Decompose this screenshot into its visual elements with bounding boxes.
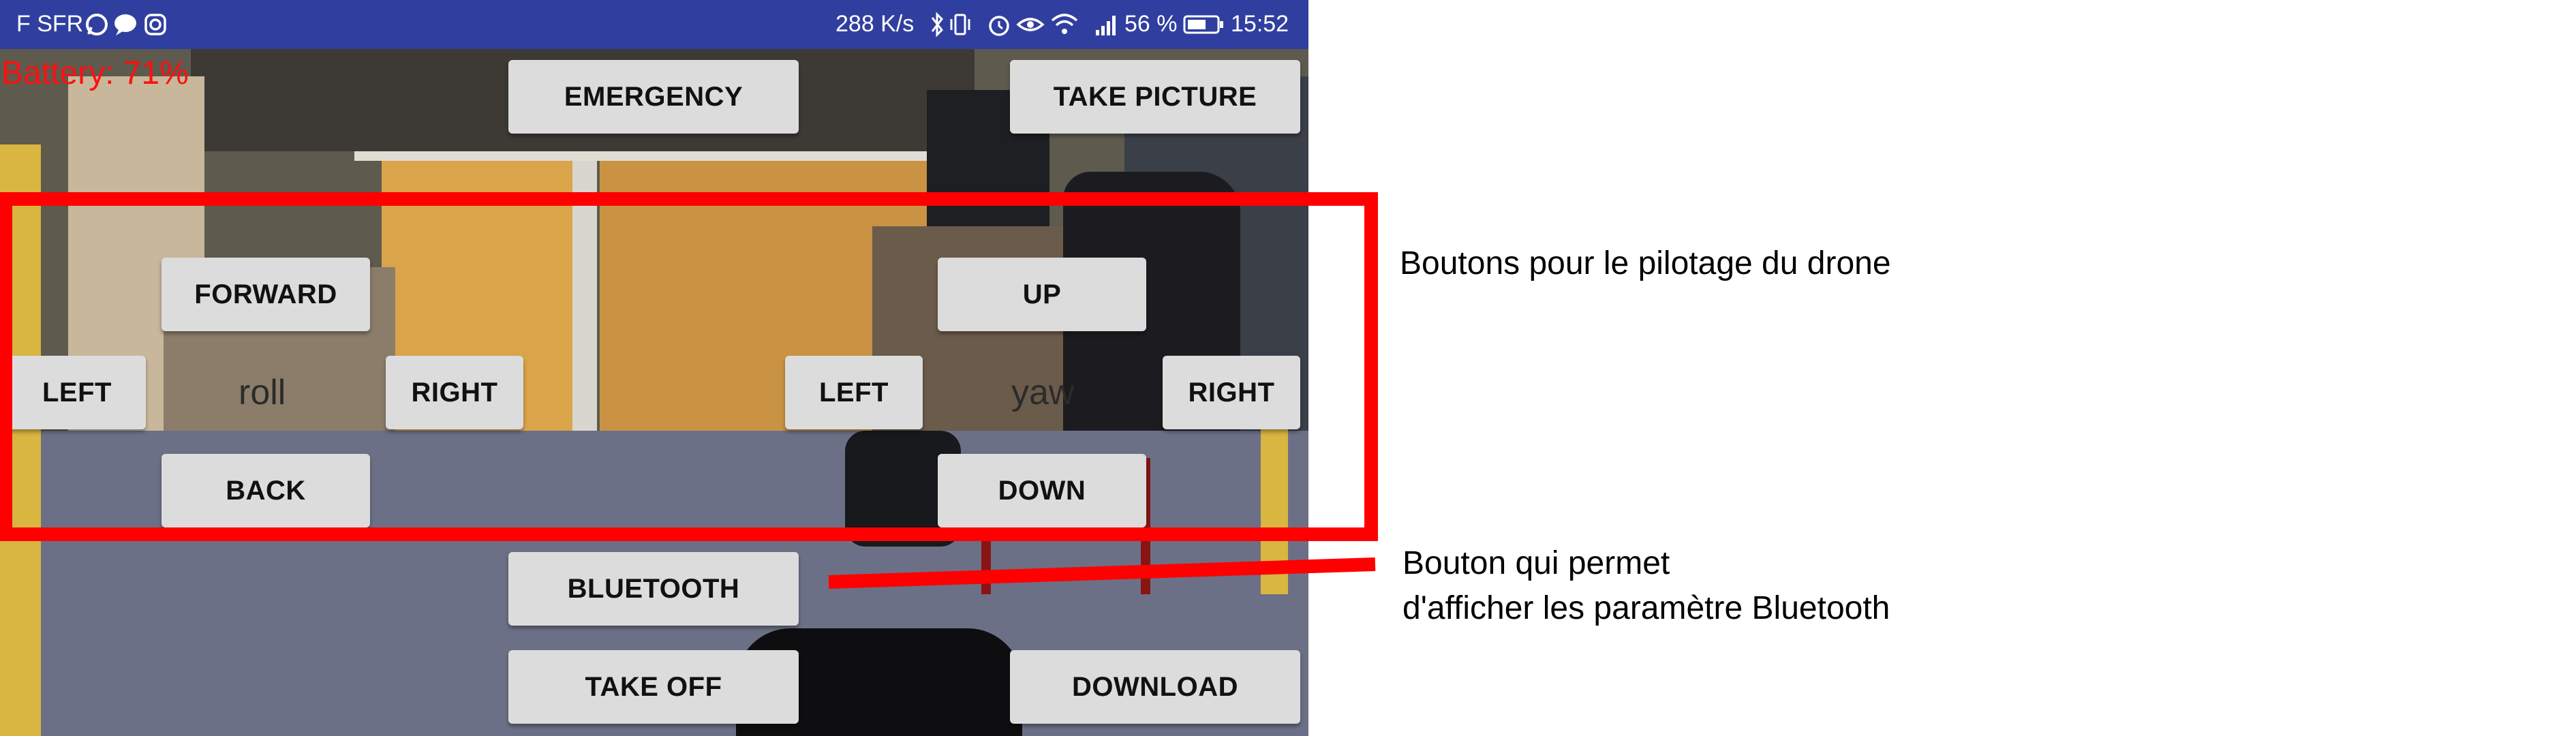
signal-icon [1096, 16, 1116, 35]
alarm-icon [989, 16, 1009, 36]
controls-note: Boutons pour le pilotage du drone [1400, 245, 1891, 281]
bluetooth-note-line2: d'afficher les paramètre Bluetooth [1402, 590, 1890, 626]
message-icon [114, 14, 136, 35]
roll-left-button[interactable]: LEFT [8, 356, 146, 429]
download-button[interactable]: DOWNLOAD [1010, 650, 1300, 724]
take-off-button[interactable]: TAKE OFF [508, 650, 799, 724]
window-frame-top [354, 151, 968, 161]
emergency-button[interactable]: EMERGENCY [508, 60, 799, 134]
battery-icon [1183, 15, 1223, 34]
network-speed: 288 K/s [835, 11, 915, 37]
roll-right-button[interactable]: RIGHT [386, 356, 523, 429]
phone-screen: F SFR 288 K/s 56 % 15:52 Battery: 71% EM… [0, 0, 1308, 736]
vibrate-icon [950, 14, 970, 35]
yellow-chair-left [0, 144, 41, 736]
whatsapp-icon [86, 14, 108, 35]
down-button[interactable]: DOWN [938, 454, 1146, 527]
drone-battery-label: Battery: 71% [1, 55, 189, 91]
roll-label: roll [239, 373, 286, 412]
carrier-label: F SFR [16, 11, 84, 37]
forward-button[interactable]: FORWARD [162, 258, 370, 331]
window-frame-pillar [572, 110, 597, 465]
instagram-icon [144, 14, 166, 35]
yaw-right-button[interactable]: RIGHT [1163, 356, 1300, 429]
bluetooth-note-line1: Bouton qui permet [1402, 545, 1670, 581]
bluetooth-button[interactable]: BLUETOOTH [508, 552, 799, 626]
back-button[interactable]: BACK [162, 454, 370, 527]
clock: 15:52 [1231, 11, 1289, 37]
camera-feed [0, 49, 1308, 736]
yaw-label: yaw [1011, 373, 1075, 412]
up-button[interactable]: UP [938, 258, 1146, 331]
battery-percent: 56 % [1124, 11, 1178, 37]
take-picture-button[interactable]: TAKE PICTURE [1010, 60, 1300, 134]
wifi-icon [1051, 14, 1078, 34]
eye-icon [1016, 18, 1045, 31]
bluetooth-icon [931, 12, 943, 37]
status-bar: F SFR 288 K/s 56 % 15:52 [0, 0, 1308, 49]
yaw-left-button[interactable]: LEFT [785, 356, 923, 429]
